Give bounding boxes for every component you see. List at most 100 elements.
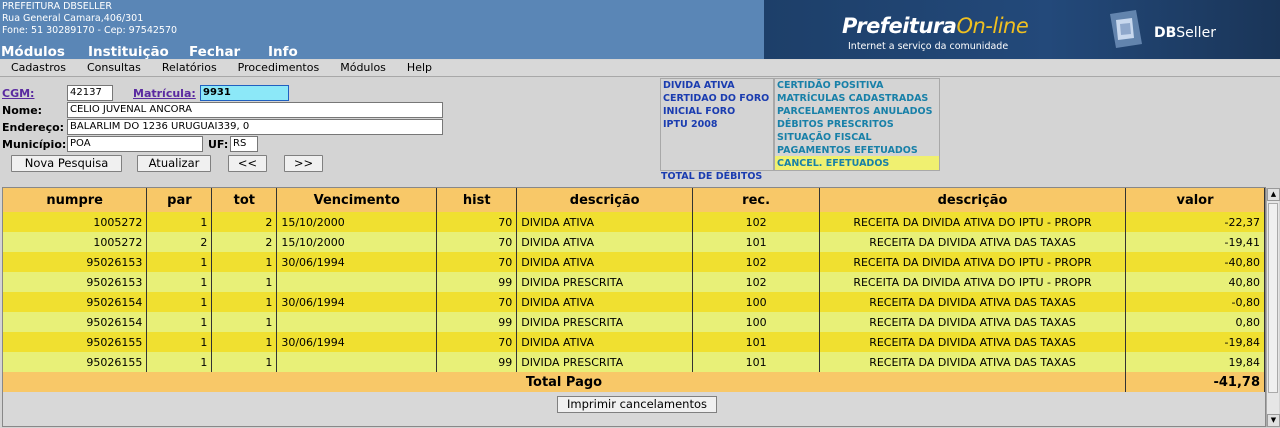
- table-row[interactable]: 95026155 1 1 30/06/1994 70 DIVIDA ATIVA 101 REC…: [3, 332, 1265, 352]
- sub-menu-procedimentos[interactable]: Procedimentos: [238, 60, 320, 76]
- previous-button[interactable]: <<: [228, 155, 267, 172]
- nome-field[interactable]: CELIO JUVENAL ANCORA: [67, 102, 443, 118]
- municipio-label: Município:: [2, 138, 67, 151]
- endereco-field[interactable]: BALARLIM DO 1236 URUGUAI339, 0: [67, 119, 443, 135]
- cell-descricao-hist: DIVIDA ATIVA: [516, 212, 694, 232]
- cell-descricao-hist: DIVIDA ATIVA: [516, 232, 694, 252]
- link-debitos-prescritos[interactable]: DÉBITOS PRESCRITOS: [777, 118, 894, 131]
- cell-descricao-hist: DIVIDA ATIVA: [516, 332, 694, 352]
- link-matriculas-cadastradas[interactable]: MATRÍCULAS CADASTRADAS: [777, 92, 928, 105]
- cgm-field[interactable]: 42137: [67, 85, 113, 101]
- total-row: Total Pago -41,78: [3, 372, 1265, 392]
- cell-descricao-hist: DIVIDA PRESCRITA: [516, 312, 694, 332]
- cell-descricao-hist: DIVIDA ATIVA: [516, 252, 694, 272]
- org-contact: Fone: 51 30289170 - Cep: 97542570: [2, 25, 178, 36]
- sub-menu-modulos[interactable]: Módulos: [340, 60, 386, 76]
- cell-valor: -0,80: [1125, 292, 1265, 312]
- link-inicial-foro[interactable]: INICIAL FORO: [663, 105, 735, 118]
- col-vencimento[interactable]: Vencimento: [276, 188, 438, 212]
- link-situacao-fiscal[interactable]: SITUAÇÃO FISCAL: [777, 131, 872, 144]
- cell-par: 1: [146, 332, 213, 352]
- table-row[interactable]: 1005272 1 2 15/10/2000 70 DIVIDA ATIVA 102 RECE…: [3, 212, 1265, 232]
- main-menu-modulos[interactable]: Módulos: [0, 44, 87, 60]
- main-menu-fechar[interactable]: Fechar: [188, 44, 267, 60]
- cell-vencimento: 30/06/1994: [276, 252, 438, 272]
- scroll-up-arrow-icon[interactable]: ▲: [1267, 188, 1280, 201]
- cell-vencimento: [276, 352, 438, 372]
- matricula-label[interactable]: Matrícula:: [133, 87, 196, 100]
- sub-menu-cadastros[interactable]: Cadastros: [11, 60, 66, 76]
- main-menu: Módulos Instituição Fechar Info: [0, 44, 317, 60]
- vendor-name: DBSeller: [1154, 25, 1216, 41]
- nova-pesquisa-button[interactable]: Nova Pesquisa: [11, 155, 122, 172]
- cell-valor: -19,84: [1125, 332, 1265, 352]
- link-cancel-efetuados[interactable]: CANCEL. EFETUADOS: [777, 157, 889, 170]
- municipio-field[interactable]: POA: [67, 136, 203, 152]
- cell-hist: 70: [436, 212, 518, 232]
- brand-banner: PrefeituraOn-line Internet a serviço da …: [764, 0, 1280, 59]
- col-par[interactable]: par: [146, 188, 213, 212]
- links-panel-left: DIVIDA ATIVA CERTIDAO DO FORO INICIAL FO…: [660, 78, 774, 171]
- cell-par: 1: [146, 352, 213, 372]
- cell-rec: 102: [692, 212, 821, 232]
- total-label: Total Pago: [3, 372, 1126, 392]
- cell-tot: 1: [211, 292, 278, 312]
- sub-menu-help[interactable]: Help: [407, 60, 432, 76]
- cell-vencimento: 15/10/2000: [276, 232, 438, 252]
- table-row[interactable]: 1005272 2 2 15/10/2000 70 DIVIDA ATIVA 101 RECE…: [3, 232, 1265, 252]
- cell-rec: 100: [692, 292, 821, 312]
- link-certidao-foro[interactable]: CERTIDAO DO FORO: [663, 92, 769, 105]
- main-menu-instituicao[interactable]: Instituição: [87, 44, 188, 60]
- table-row[interactable]: 95026153 1 1 99 DIVIDA PRESCRITA 102 RECEITA D…: [3, 272, 1265, 292]
- cell-rec: 102: [692, 272, 821, 292]
- col-tot[interactable]: tot: [211, 188, 278, 212]
- table-row[interactable]: 95026154 1 1 99 DIVIDA PRESCRITA 100 RECEITA D…: [3, 312, 1265, 332]
- link-iptu-2008[interactable]: IPTU 2008: [663, 118, 717, 131]
- scroll-down-arrow-icon[interactable]: ▼: [1267, 414, 1280, 427]
- cell-descricao-rec: RECEITA DA DIVIDA ATIVA DAS TAXAS: [819, 232, 1126, 252]
- sub-menu-relatorios[interactable]: Relatórios: [162, 60, 217, 76]
- col-descricao-rec[interactable]: descrição: [819, 188, 1126, 212]
- col-hist[interactable]: hist: [436, 188, 518, 212]
- col-descricao-hist[interactable]: descrição: [516, 188, 694, 212]
- dbseller-logo-icon: [1110, 10, 1142, 48]
- results-table: numpre par tot Vencimento hist descrição…: [3, 188, 1265, 392]
- matricula-field[interactable]: 9931: [200, 85, 289, 101]
- main-menu-info[interactable]: Info: [267, 44, 317, 60]
- cell-descricao-rec: RECEITA DA DIVIDA ATIVA DO IPTU - PROPR: [819, 272, 1126, 292]
- table-row[interactable]: 95026154 1 1 30/06/1994 70 DIVIDA ATIVA 100 REC…: [3, 292, 1265, 312]
- link-parcelamentos-anulados[interactable]: PARCELAMENTOS ANULADOS: [777, 105, 932, 118]
- cell-tot: 1: [211, 332, 278, 352]
- col-valor[interactable]: valor: [1125, 188, 1265, 212]
- links-panel-right: CERTIDÃO POSITIVA MATRÍCULAS CADASTRADAS…: [774, 78, 940, 171]
- cell-descricao-rec: RECEITA DA DIVIDA ATIVA DAS TAXAS: [819, 352, 1126, 372]
- print-cancellations-button[interactable]: Imprimir cancelamentos: [557, 396, 717, 413]
- link-divida-ativa[interactable]: DIVIDA ATIVA: [663, 79, 735, 92]
- link-certidao-positiva[interactable]: CERTIDÃO POSITIVA: [777, 79, 883, 92]
- cell-descricao-rec: RECEITA DA DIVIDA ATIVA DO IPTU - PROPR: [819, 212, 1126, 232]
- next-button[interactable]: >>: [284, 155, 323, 172]
- cell-hist: 70: [436, 232, 518, 252]
- table-row[interactable]: 95026153 1 1 30/06/1994 70 DIVIDA ATIVA 102 REC…: [3, 252, 1265, 272]
- link-pagamentos-efetuados[interactable]: PAGAMENTOS EFETUADOS: [777, 144, 918, 157]
- col-rec[interactable]: rec.: [692, 188, 821, 212]
- vertical-scrollbar[interactable]: ▲ ▼: [1266, 188, 1280, 427]
- cell-par: 1: [146, 212, 213, 232]
- cell-numpre: 1005272: [3, 212, 148, 232]
- uf-field[interactable]: RS: [230, 136, 258, 152]
- scroll-thumb[interactable]: [1268, 203, 1278, 393]
- cell-rec: 102: [692, 252, 821, 272]
- cgm-label[interactable]: CGM:: [2, 87, 34, 100]
- cell-descricao-rec: RECEITA DA DIVIDA ATIVA DAS TAXAS: [819, 312, 1126, 332]
- cell-valor: -19,41: [1125, 232, 1265, 252]
- org-info: PREFEITURA DBSELLER Rua General Camara,4…: [2, 1, 177, 37]
- total-debitos-link[interactable]: TOTAL DE DÉBITOS: [661, 171, 762, 182]
- cell-rec: 100: [692, 312, 821, 332]
- endereco-label: Endereço:: [2, 121, 65, 134]
- atualizar-button[interactable]: Atualizar: [137, 155, 211, 172]
- table-row[interactable]: 95026155 1 1 99 DIVIDA PRESCRITA 101 RECEITA D…: [3, 352, 1265, 372]
- sub-menu-consultas[interactable]: Consultas: [87, 60, 141, 76]
- cell-hist: 99: [436, 272, 518, 292]
- col-numpre[interactable]: numpre: [3, 188, 148, 212]
- cell-numpre: 95026153: [3, 272, 148, 292]
